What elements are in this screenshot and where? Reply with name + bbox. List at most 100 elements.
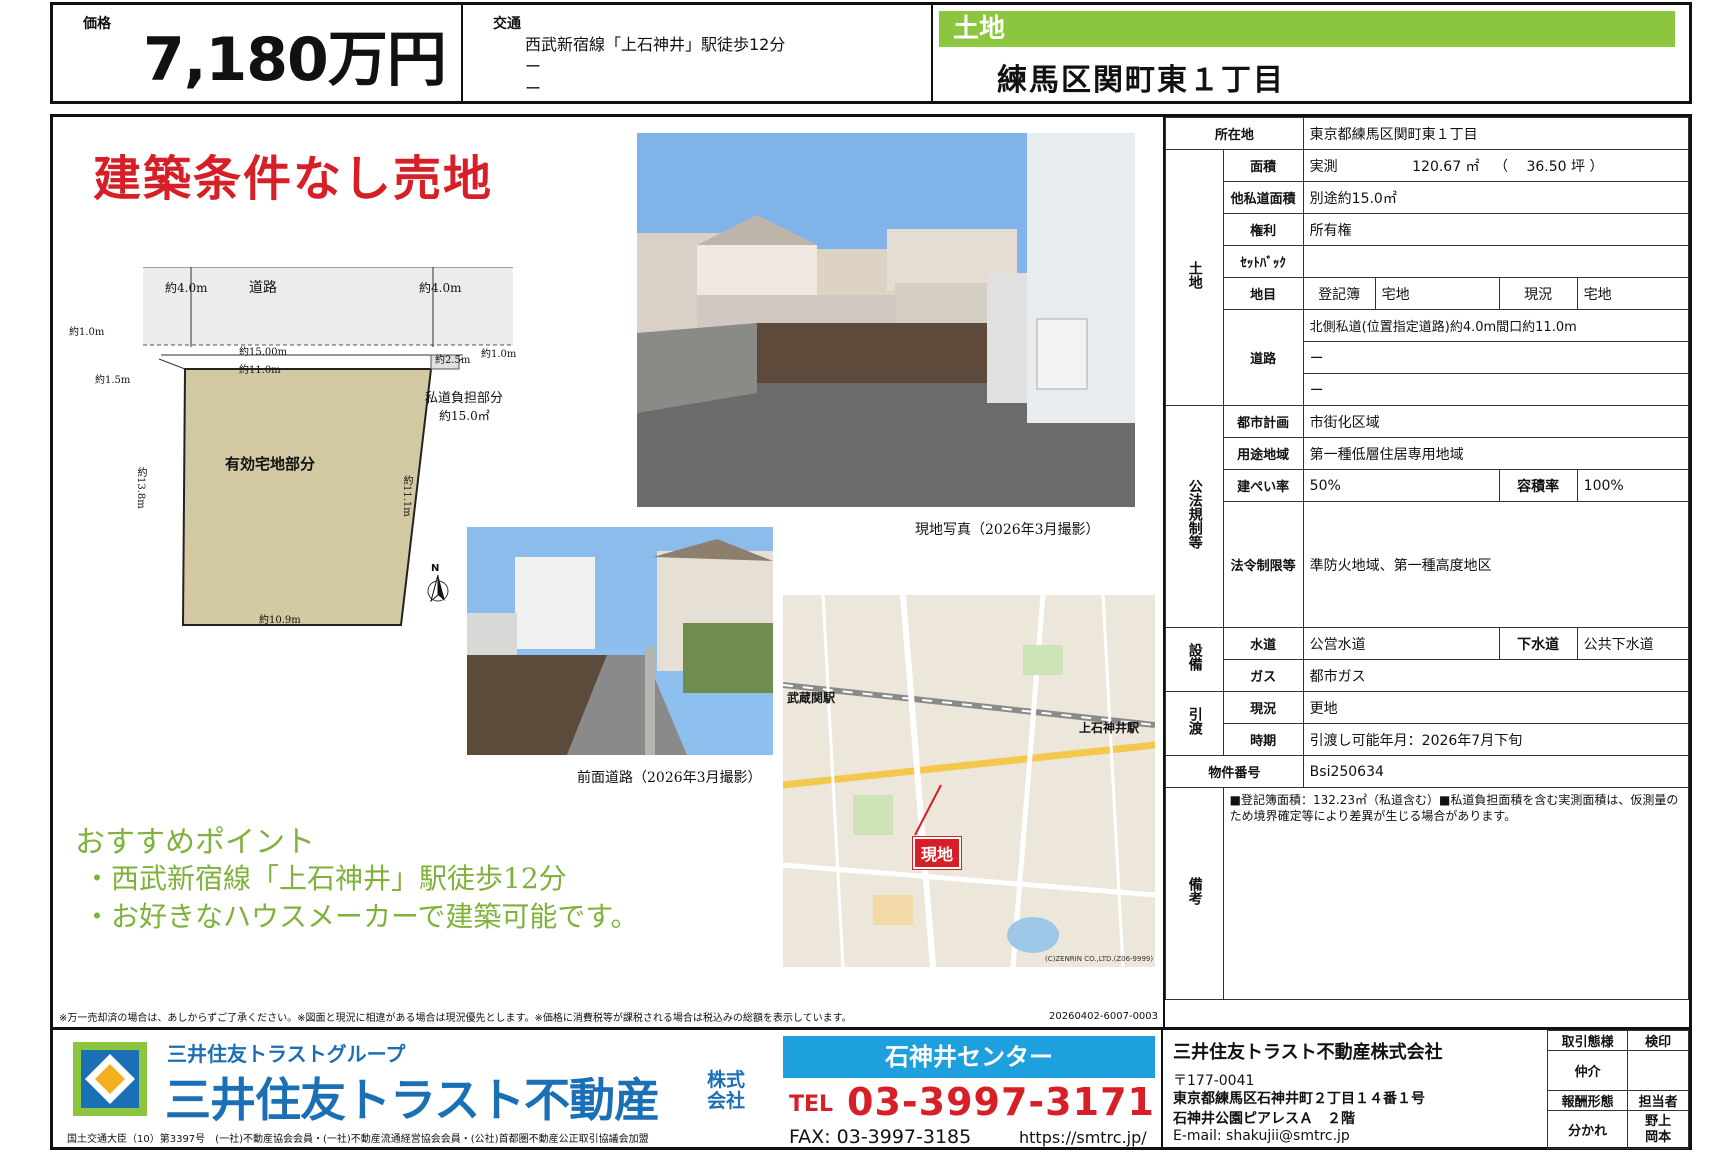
plan-left-offset: 約1.5m bbox=[95, 375, 131, 386]
city-plan-value: 市街化区域 bbox=[1302, 405, 1690, 438]
map-credit: (C)ZENRIN CO.,LTD.(Z06-9999) bbox=[1045, 955, 1154, 963]
chimoku-key: 地目 bbox=[1222, 277, 1304, 310]
row-setback: ｾｯﾄﾊﾞｯｸ bbox=[1166, 245, 1690, 278]
row-private-road: 他私道面積 別途約15.0㎡ bbox=[1166, 181, 1690, 214]
city-plan-key: 都市計画 bbox=[1222, 405, 1304, 438]
area-measured: 実測 bbox=[1309, 158, 1338, 175]
group-delivery: 引渡 bbox=[1165, 691, 1224, 756]
north-label: N bbox=[431, 563, 440, 574]
row-water: 設備 水道 公営水道 下水道 公共下水道 bbox=[1165, 627, 1690, 692]
stamp-r2c2 bbox=[1627, 1050, 1689, 1091]
right-key: 権利 bbox=[1222, 213, 1304, 246]
plan-top-length: 約15.00m bbox=[239, 347, 288, 358]
road-value-3: ー bbox=[1302, 373, 1690, 406]
area-tsubo: （ 36.50 坪 ） bbox=[1494, 158, 1604, 175]
traffic-label: 交通 bbox=[493, 16, 521, 32]
spec-table-wrap: 所在地 東京都練馬区関町東１丁目 土地 面積 実測 120.67 ㎡ （ 36.… bbox=[1165, 117, 1690, 1000]
row-time: 時期 引渡し可能年月：2026年7月下旬 bbox=[1166, 723, 1690, 756]
map-site-label: 現地 bbox=[911, 836, 963, 870]
price-cell: 価格 7,180万円 bbox=[53, 5, 463, 101]
group-land: 土地 bbox=[1165, 149, 1224, 406]
road-value-1: 北側私道(位置指定道路)約4.0m間口約11.0m bbox=[1302, 309, 1690, 342]
map-station-2: 上石神井駅 bbox=[1079, 721, 1140, 735]
use-zone-value: 第一種低層住居専用地域 bbox=[1302, 437, 1690, 470]
stamp-r1c1: 取引態様 bbox=[1546, 1030, 1629, 1051]
plan-private-area: 約15.0㎡ bbox=[439, 409, 490, 423]
setback-key: ｾｯﾄﾊﾞｯｸ bbox=[1222, 245, 1304, 278]
plan-lot-label: 有効宅地部分 bbox=[225, 455, 316, 473]
far-value: 100% bbox=[1576, 469, 1690, 502]
area-map: 武蔵関駅 上石神井駅 現地 (C)ZENRIN CO.,LTD.(Z06-999… bbox=[783, 595, 1155, 967]
row-ratio: 建ぺい率 50% 容積率 100% bbox=[1166, 469, 1690, 502]
header: 価格 7,180万円 交通 西武新宿線「上石神井」駅徒歩12分 ー ー 土地 練… bbox=[50, 2, 1692, 104]
license-text: 国土交通大臣（10）第3397号 (一社)不動産協会会員・(一社)不動産流通経営… bbox=[67, 1134, 649, 1145]
row-gas: ガス 都市ガス bbox=[1166, 659, 1690, 692]
stamp-table: 取引態様 検印 仲介 報酬形態 担当者 分かれ 野上 岡本 bbox=[1546, 1030, 1689, 1149]
regulation-key: 法令制限等 bbox=[1222, 501, 1304, 628]
footer-divider bbox=[1161, 1030, 1163, 1147]
fax-number: FAX: 03-3997-3185 bbox=[789, 1126, 972, 1148]
group-name: 三井住友トラストグループ bbox=[167, 1042, 406, 1066]
road-value-2: ー bbox=[1302, 341, 1690, 374]
chimoku-current-value: 宅地 bbox=[1576, 277, 1690, 310]
private-road-value: 別途約15.0㎡ bbox=[1302, 181, 1690, 214]
time-value: 引渡し可能年月：2026年7月下旬 bbox=[1302, 723, 1690, 756]
traffic-line-1: 西武新宿線「上石神井」駅徒歩12分 bbox=[525, 35, 786, 54]
points-title: おすすめポイント bbox=[75, 825, 315, 860]
row-road-1: 道路 北側私道(位置指定道路)約4.0m間口約11.0m bbox=[1166, 309, 1690, 406]
sewer-value: 公共下水道 bbox=[1576, 627, 1690, 660]
stamp-r3c2: 担当者 bbox=[1627, 1090, 1689, 1111]
main-frame: 建築条件なし売地 道路 約4.0m 約4.0m 約1.0m 約1.0m 約15.… bbox=[50, 114, 1692, 1030]
point-1: ・西武新宿線「上石神井」駅徒歩12分 bbox=[83, 862, 567, 895]
tel-label: TEL bbox=[789, 1092, 834, 1117]
website-link[interactable]: https://smtrc.jp/ bbox=[1019, 1128, 1147, 1147]
branch-center: 石神井センター bbox=[783, 1036, 1155, 1078]
gas-key: ガス bbox=[1222, 659, 1304, 692]
group-law: 公法規制等 bbox=[1165, 405, 1224, 628]
company-logo-mark bbox=[73, 1042, 147, 1116]
headline: 建築条件なし売地 bbox=[93, 151, 494, 207]
tel-number[interactable]: 03-3997-3171 bbox=[847, 1080, 1155, 1124]
point-2: ・お好きなハウスメーカーで建築可能です。 bbox=[83, 900, 639, 933]
plan-right-side: 約11.1m bbox=[401, 475, 412, 517]
north-arrow: N bbox=[425, 563, 455, 609]
email[interactable]: E-mail: shakujii@smtrc.jp bbox=[1173, 1128, 1350, 1144]
group-notes: 備考 bbox=[1165, 787, 1224, 1000]
stamp-r2c1: 仲介 bbox=[1546, 1050, 1629, 1091]
row-area: 土地 面積 実測 120.67 ㎡ （ 36.50 坪 ） bbox=[1165, 149, 1690, 406]
plan-road-width-left: 約4.0m bbox=[165, 281, 208, 295]
plan-road-label: 道路 bbox=[249, 280, 277, 296]
property-id-value: Bsi250634 bbox=[1302, 755, 1690, 788]
plan-right-offset: 約2.5m bbox=[435, 355, 471, 366]
footer: 三井住友トラストグループ 三井住友トラスト不動産 株式会社 国土交通大臣（10）… bbox=[50, 1030, 1692, 1150]
disclaimer: ※万一売却済の場合は、あしからずご了承ください。※図面と現況に相違がある場合は現… bbox=[59, 1013, 852, 1024]
row-location: 所在地 東京都練馬区関町東１丁目 bbox=[1165, 117, 1690, 150]
area-value: 実測 120.67 ㎡ （ 36.50 坪 ） bbox=[1302, 149, 1690, 182]
sewer-key: 下水道 bbox=[1498, 627, 1578, 660]
notes-value: ■登記簿面積：132.23㎡（私道含む）■私道負担面積を含む実測面積は、仮測量の… bbox=[1222, 787, 1690, 1000]
spec-table: 所在地 東京都練馬区関町東１丁目 土地 面積 実測 120.67 ㎡ （ 36.… bbox=[1165, 117, 1690, 1000]
bcr-key: 建ぺい率 bbox=[1222, 469, 1304, 502]
address-title: 練馬区関町東１丁目 bbox=[997, 63, 1285, 98]
map-station-1: 武蔵関駅 bbox=[787, 691, 836, 705]
address-line-2: 石神井公園ピアレスＡ ２階 bbox=[1173, 1111, 1355, 1127]
traffic-line-3: ー bbox=[525, 79, 542, 98]
right-value: 所有権 bbox=[1302, 213, 1690, 246]
plan-lot-bottom: 約10.9m bbox=[259, 615, 301, 626]
road-photo bbox=[467, 527, 773, 755]
kabushiki-gaisha: 株式会社 bbox=[707, 1069, 746, 1112]
company-name: 三井住友トラスト不動産株式会社 bbox=[1173, 1042, 1443, 1063]
time-key: 時期 bbox=[1222, 723, 1304, 756]
staff-2: 岡本 bbox=[1645, 1129, 1672, 1145]
setback-value bbox=[1302, 245, 1690, 278]
location-value: 東京都練馬区関町東１丁目 bbox=[1302, 117, 1690, 150]
plan-road-width-right: 約4.0m bbox=[419, 281, 462, 295]
price-label: 価格 bbox=[83, 16, 111, 32]
row-right: 権利 所有権 bbox=[1166, 213, 1690, 246]
private-road-key: 他私道面積 bbox=[1222, 181, 1304, 214]
site-photo-caption: 現地写真（2026年3月撮影） bbox=[915, 522, 1100, 538]
far-key: 容積率 bbox=[1498, 469, 1578, 502]
site-photo bbox=[637, 133, 1135, 507]
condition-key: 現況 bbox=[1222, 691, 1304, 724]
chimoku-registry-value: 宅地 bbox=[1374, 277, 1500, 310]
